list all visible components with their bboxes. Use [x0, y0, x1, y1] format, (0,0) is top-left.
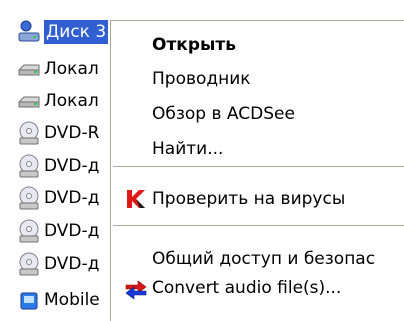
dvd-drive-icon: [16, 153, 42, 179]
tree-item-label: Локал: [44, 91, 99, 111]
menu-item-label: Convert audio file(s)...: [152, 278, 342, 298]
kaspersky-icon: [124, 187, 148, 211]
menu-item-label: Найти...: [152, 139, 224, 159]
menu-item-label: Общий доступ и безопас: [152, 249, 376, 269]
local-drive-icon: [16, 56, 42, 82]
menu-separator: [113, 225, 404, 227]
tree-item-label: Mobile: [44, 290, 100, 310]
local-drive-icon: [16, 88, 42, 114]
menu-item-label: Открыть: [152, 35, 236, 55]
menu-item-acdsee[interactable]: Обзор в ACDSee: [111, 96, 404, 132]
menu-item-virus-scan[interactable]: Проверить на вирусы: [111, 181, 404, 217]
menu-item-explorer[interactable]: Проводник: [111, 61, 404, 97]
menu-item-convert-audio[interactable]: Convert audio file(s)...: [111, 270, 404, 306]
tree-item-label: DVD-д: [44, 188, 100, 208]
tree-item-label: DVD-R: [44, 123, 100, 143]
menu-item-label: Обзор в ACDSee: [152, 104, 295, 124]
tree-item-label: DVD-д: [44, 156, 100, 176]
dvd-drive-icon: [16, 120, 42, 146]
disk-icon: [16, 19, 42, 45]
menu-item-open[interactable]: Открыть: [111, 27, 404, 63]
tree-item-label: DVD-д: [44, 221, 100, 241]
menu-item-find[interactable]: Найти...: [111, 131, 404, 167]
dvd-drive-icon: [16, 251, 42, 277]
tree-item-label: Локал: [44, 59, 99, 79]
tree-item-label: Диск 3: [44, 20, 109, 44]
tree-item-label: DVD-д: [44, 254, 100, 274]
context-menu: Открыть Проводник Обзор в ACDSee Найти..…: [110, 20, 404, 321]
convert-audio-icon: [124, 276, 148, 300]
dvd-drive-icon: [16, 185, 42, 211]
menu-item-label: Проверить на вирусы: [152, 189, 346, 209]
menu-separator: [113, 166, 404, 168]
mobile-device-icon: [16, 287, 42, 313]
menu-item-label: Проводник: [152, 69, 251, 89]
dvd-drive-icon: [16, 218, 42, 244]
